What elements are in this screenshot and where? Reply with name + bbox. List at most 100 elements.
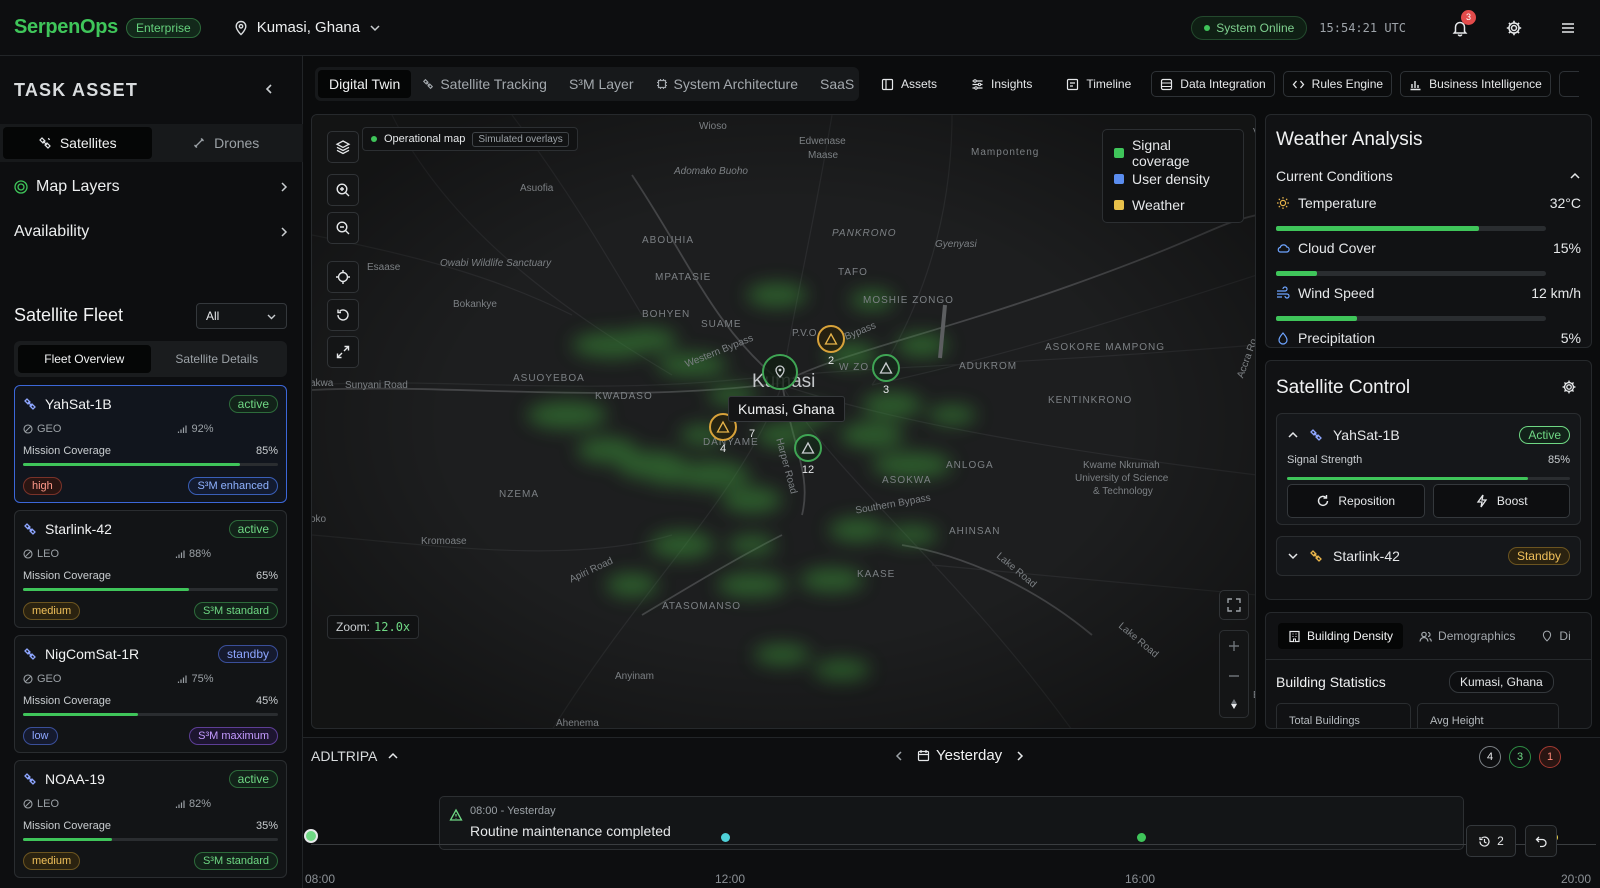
event-count-error[interactable]: 1 xyxy=(1539,746,1561,768)
availability-row[interactable]: Availability xyxy=(14,223,290,241)
collapse-sidebar-button[interactable] xyxy=(262,82,276,96)
temperature-icon xyxy=(1276,196,1290,210)
system-status-badge: System Online xyxy=(1191,15,1308,40)
satellite-icon xyxy=(23,397,37,411)
fullscreen-button[interactable] xyxy=(327,336,359,368)
signal-strength-row: Signal Strength 85% xyxy=(1287,454,1570,466)
event-count-total[interactable]: 4 xyxy=(1479,746,1501,768)
satellite-name: YahSat-1B xyxy=(45,396,112,412)
insights-button[interactable]: Insights xyxy=(963,71,1040,97)
map-marker-alert[interactable]: 2 xyxy=(817,325,845,367)
warning-icon xyxy=(817,325,845,353)
satellite-card[interactable]: Starlink-42 active LEO 88% Mission Coverage 6… xyxy=(14,510,287,628)
tab-distribution[interactable]: Di xyxy=(1531,623,1580,649)
data-integration-button[interactable]: Data Integration xyxy=(1151,71,1275,97)
timeline-playhead[interactable] xyxy=(304,829,318,843)
database-icon xyxy=(1160,78,1173,91)
tab-system-architecture[interactable]: System Architecture xyxy=(645,70,810,98)
timeline-header[interactable]: ADLTRIPA xyxy=(311,748,399,764)
tab-fleet-overview[interactable]: Fleet Overview xyxy=(18,345,151,373)
map-pin-icon xyxy=(233,20,249,36)
zoom-in-button[interactable] xyxy=(327,174,359,206)
map-zoom-out-button[interactable] xyxy=(1220,661,1248,691)
menu-button[interactable] xyxy=(1550,10,1586,46)
tab-building-density[interactable]: Building Density xyxy=(1278,623,1404,649)
coverage-bar xyxy=(23,588,278,591)
orbit-icon xyxy=(23,799,33,809)
rules-engine-button[interactable]: Rules Engine xyxy=(1282,71,1393,97)
zoom-out-button[interactable] xyxy=(327,212,359,244)
undo-icon xyxy=(1535,835,1548,848)
drone-icon xyxy=(192,136,206,150)
history-button[interactable]: 2 xyxy=(1466,825,1516,857)
legend-weather[interactable]: Weather xyxy=(1114,192,1232,218)
timeline-button[interactable]: Timeline xyxy=(1058,71,1139,97)
undo-button[interactable] xyxy=(1525,825,1557,857)
satellite-card[interactable]: YahSat-1B active GEO 92% Mission Coverage 85%… xyxy=(14,385,287,503)
gear-icon[interactable] xyxy=(1561,379,1577,395)
history-icon xyxy=(1478,835,1491,848)
time-tick: 20:00 xyxy=(1561,872,1592,886)
boost-button[interactable]: Boost xyxy=(1432,484,1570,518)
event-count-success[interactable]: 3 xyxy=(1509,746,1531,768)
location-selector[interactable]: Kumasi, Ghana xyxy=(233,19,382,36)
notifications-button[interactable]: 3 xyxy=(1442,9,1478,46)
weather-analysis-panel: Weather Analysis Current Conditions Temp… xyxy=(1265,114,1592,348)
tab-satellite-details[interactable]: Satellite Details xyxy=(151,345,284,373)
tab-satellite-tracking[interactable]: Satellite Tracking xyxy=(411,70,558,98)
asset-type-toggle: Satellites Drones xyxy=(0,124,303,162)
view-tabs: Digital Twin Satellite Tracking S³M Laye… xyxy=(315,67,859,101)
orbit-type: LEO xyxy=(37,798,60,810)
map-zoom-in-button[interactable] xyxy=(1220,631,1248,661)
weather-value: 5% xyxy=(1560,330,1581,346)
tab-digital-twin[interactable]: Digital Twin xyxy=(318,70,412,98)
avg-height-stat: Avg Height xyxy=(1417,703,1559,728)
building-density-panel: Building Density Demographics Di Buildin… xyxy=(1265,612,1592,729)
previous-day-button[interactable] xyxy=(893,750,905,762)
map-layers-row[interactable]: Map Layers xyxy=(14,178,290,196)
weather-value: 15% xyxy=(1552,240,1581,256)
coverage-label: Mission Coverage xyxy=(23,695,112,707)
timeline-event-dot[interactable] xyxy=(721,833,730,842)
satellite-card[interactable]: NigComSat-1R standby GEO 75% Mission Coverag… xyxy=(14,635,287,753)
orbit-icon xyxy=(23,549,33,559)
calendar-icon xyxy=(917,749,930,762)
map-marker-center[interactable] xyxy=(762,354,798,390)
current-conditions-header[interactable]: Current Conditions xyxy=(1276,168,1581,184)
legend-user-density[interactable]: User density xyxy=(1114,166,1232,192)
map-fullscreen-button[interactable] xyxy=(1219,590,1249,620)
timeline-event-dot[interactable] xyxy=(1137,833,1146,842)
location-tooltip: Kumasi, Ghana xyxy=(728,396,845,422)
map-marker-alert[interactable]: 3 xyxy=(872,354,900,396)
tab-s3m-layer[interactable]: S³M Layer xyxy=(558,70,645,98)
timeline-event-card[interactable]: 08:00 - Yesterday Routine maintenance co… xyxy=(439,796,1464,850)
legend-signal-coverage[interactable]: Signal coverage xyxy=(1114,137,1232,169)
coverage-bar xyxy=(23,838,278,841)
timeline-date[interactable]: Yesterday xyxy=(936,747,1002,764)
reset-view-button[interactable] xyxy=(327,299,359,331)
settings-button[interactable] xyxy=(1496,10,1532,46)
digital-twin-map[interactable]: Wioso Edwenase Maase Mamponteng Adomako Buoh… xyxy=(311,114,1256,729)
satellite-card[interactable]: NOAA-19 active LEO 82% Mission Coverage 35% me… xyxy=(14,760,287,878)
tab-drones[interactable]: Drones xyxy=(152,127,301,159)
layers-button[interactable] xyxy=(327,131,359,163)
tab-satellites[interactable]: Satellites xyxy=(3,127,152,159)
map-marker-alert[interactable]: 12 xyxy=(794,434,822,476)
sidebar-title: TASK ASSET xyxy=(14,80,139,100)
next-day-button[interactable] xyxy=(1014,750,1026,762)
app-logo[interactable]: SerpenOps xyxy=(14,16,118,39)
reposition-button[interactable]: Reposition xyxy=(1287,484,1425,518)
tab-saas[interactable]: SaaS xyxy=(809,70,859,98)
compass-button[interactable] xyxy=(1220,691,1248,717)
signal-bars-icon xyxy=(175,549,185,559)
assets-button[interactable]: Assets xyxy=(873,71,945,97)
more-tabs-button[interactable] xyxy=(1558,71,1579,97)
tab-demographics[interactable]: Demographics xyxy=(1409,623,1525,649)
map-legend: Signal coverage User density Weather xyxy=(1102,129,1244,223)
business-intelligence-button[interactable]: Business Intelligence xyxy=(1400,71,1551,97)
sat-control-item[interactable]: Starlink-42 Standby xyxy=(1276,536,1581,576)
satellite-icon xyxy=(23,772,37,786)
sat-control-header[interactable]: YahSat-1B Active xyxy=(1287,426,1570,444)
recenter-button[interactable] xyxy=(327,261,359,293)
fleet-filter-select[interactable]: All xyxy=(196,303,287,329)
